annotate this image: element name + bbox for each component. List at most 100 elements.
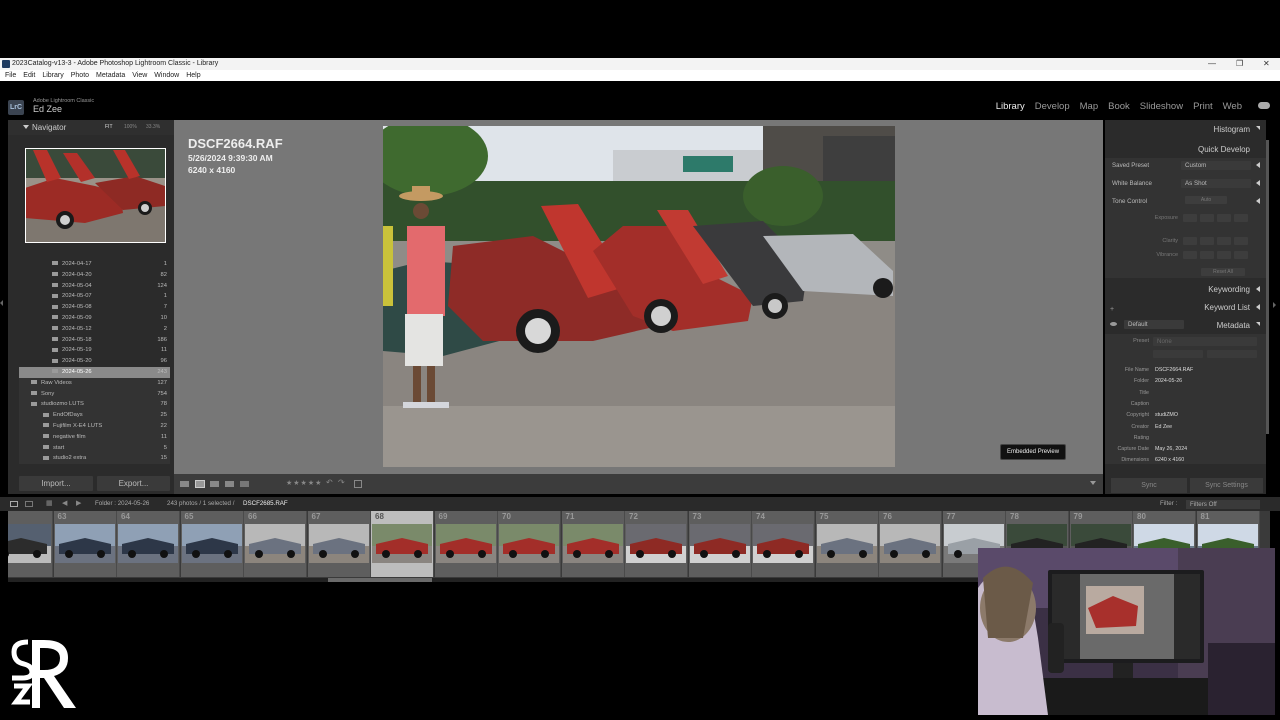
tone-control-toggle-icon[interactable]	[1256, 198, 1260, 204]
histogram-toggle-icon[interactable]	[1256, 126, 1260, 130]
keyword-list-toggle-icon[interactable]	[1256, 304, 1260, 310]
folder-row[interactable]: 2024-05-08 7	[19, 302, 170, 313]
folder-row[interactable]: 2024-05-19 11	[19, 345, 170, 356]
metadata-value[interactable]: studiZMO	[1155, 412, 1178, 418]
histogram-header[interactable]: Histogram	[1214, 125, 1250, 134]
export-button[interactable]: Export...	[97, 476, 170, 491]
maximize-icon[interactable]: ❐	[1236, 58, 1243, 70]
white-balance-toggle-icon[interactable]	[1256, 180, 1260, 186]
module-develop[interactable]: Develop	[1035, 101, 1070, 112]
filmstrip-cell[interactable]: 69	[434, 511, 498, 577]
module-print[interactable]: Print	[1193, 101, 1213, 112]
white-balance-select[interactable]: As Shot	[1181, 179, 1251, 188]
rotate-right-icon[interactable]: ↷	[338, 478, 345, 487]
folder-row[interactable]: 2024-05-20 96	[19, 356, 170, 367]
folder-row[interactable]: 2024-05-07 1	[19, 291, 170, 302]
filmstrip-cell[interactable]: 66	[244, 511, 307, 577]
main-photo[interactable]	[383, 126, 895, 467]
keywording-header[interactable]: Keywording	[1208, 285, 1250, 294]
rotate-left-icon[interactable]: ↶	[326, 478, 333, 487]
vibrance-dec-large[interactable]	[1183, 251, 1197, 259]
survey-view-icon[interactable]	[225, 481, 234, 487]
folder-row[interactable]: EndOfDays 25	[19, 410, 170, 421]
toolbar-menu-icon[interactable]	[1090, 481, 1096, 485]
filmstrip-thumbnail[interactable]	[626, 524, 686, 563]
folder-row[interactable]: 2024-05-26 243	[19, 366, 170, 378]
vibrance-inc-large[interactable]	[1234, 251, 1248, 259]
metadata-view-select[interactable]: Default	[1124, 320, 1184, 329]
secondary-display-icon[interactable]	[10, 501, 18, 507]
customize-button[interactable]	[1153, 350, 1203, 358]
filmstrip-thumbnail[interactable]	[308, 524, 369, 563]
filmstrip-thumbnail[interactable]	[499, 524, 559, 563]
filmstrip-thumbnail[interactable]	[816, 524, 877, 563]
metadata-value[interactable]: Ed Zee	[1155, 424, 1172, 430]
reset-all-button[interactable]: Reset All	[1201, 268, 1245, 276]
filmstrip-cell[interactable]: 67	[307, 511, 371, 577]
forward-arrow-icon[interactable]: ▶	[76, 497, 81, 511]
filmstrip-thumbnail[interactable]	[372, 524, 432, 563]
grid-small-icon[interactable]: ▦	[46, 497, 53, 511]
metadata-toggle-icon[interactable]	[1256, 322, 1260, 326]
filmstrip-thumbnail[interactable]	[181, 524, 242, 563]
module-slideshow[interactable]: Slideshow	[1140, 101, 1183, 112]
filmstrip-cell[interactable]: 76	[879, 511, 942, 577]
keyword-list-header[interactable]: Keyword List	[1204, 303, 1250, 312]
compare-view-icon[interactable]	[210, 481, 219, 487]
filmstrip-cell[interactable]: 71	[561, 511, 625, 577]
right-panel-toggle-icon[interactable]	[1273, 302, 1276, 308]
filmstrip-thumbnail[interactable]	[245, 524, 305, 563]
filmstrip-cell[interactable]	[8, 511, 53, 577]
filmstrip-cell[interactable]: 63	[53, 511, 117, 577]
zoom-icon[interactable]	[354, 480, 362, 488]
close-icon[interactable]: ✕	[1263, 58, 1270, 70]
import-button[interactable]: Import...	[19, 476, 93, 491]
cloud-icon[interactable]	[1258, 102, 1270, 109]
filmstrip-thumbnail[interactable]	[562, 524, 623, 563]
folder-row[interactable]: Sony 754	[19, 388, 170, 400]
source-folder[interactable]: Folder : 2024-05-26	[95, 497, 149, 511]
tone-auto-button[interactable]: Auto	[1185, 196, 1227, 204]
preset-select[interactable]: None	[1153, 337, 1257, 346]
metadata-header[interactable]: Metadata	[1217, 321, 1250, 330]
menu-library[interactable]: Library	[42, 70, 63, 81]
menu-window[interactable]: Window	[154, 70, 179, 81]
metadata-value[interactable]: 2024-05-26	[1155, 378, 1182, 384]
menu-view[interactable]: View	[132, 70, 147, 81]
collapse-triangle-icon[interactable]	[23, 125, 29, 129]
exposure-dec-small[interactable]	[1200, 214, 1214, 222]
quick-develop-header[interactable]: Quick Develop	[1198, 145, 1250, 154]
folder-row[interactable]: Raw Videos 127	[19, 377, 170, 389]
metadata-value[interactable]: May 26, 2024	[1155, 446, 1187, 452]
filmstrip-cell[interactable]: 72	[625, 511, 688, 577]
metadata-value[interactable]: DSCF2664.RAF	[1155, 367, 1193, 373]
edit-presets-button[interactable]	[1207, 350, 1257, 358]
module-map[interactable]: Map	[1080, 101, 1098, 112]
back-arrow-icon[interactable]: ◀	[62, 497, 67, 511]
filmstrip-thumbnail[interactable]	[8, 524, 51, 563]
filmstrip-thumbnail[interactable]	[880, 524, 940, 563]
folder-row[interactable]: 2024-05-18 186	[19, 335, 170, 346]
left-panel-toggle-icon[interactable]	[0, 300, 3, 306]
filmstrip-thumbnail[interactable]	[689, 524, 750, 563]
saved-preset-select[interactable]: Custom	[1181, 161, 1251, 170]
add-keyword-icon[interactable]: +	[1110, 306, 1114, 313]
menu-help[interactable]: Help	[186, 70, 200, 81]
minimize-icon[interactable]: —	[1208, 58, 1216, 70]
folder-row[interactable]: negative film 11	[19, 431, 170, 443]
module-library[interactable]: Library	[996, 101, 1025, 112]
exposure-inc-large[interactable]	[1234, 214, 1248, 222]
folder-row[interactable]: studiozmo LUTS 78	[19, 399, 170, 411]
vibrance-inc-small[interactable]	[1217, 251, 1231, 259]
filmstrip-cell[interactable]: 74	[752, 511, 815, 577]
main-display-icon[interactable]	[25, 501, 33, 507]
right-panel-scrollbar[interactable]	[1266, 140, 1269, 434]
metadata-value[interactable]: 6240 x 4160	[1155, 457, 1184, 463]
exposure-dec-large[interactable]	[1183, 214, 1197, 222]
folder-row[interactable]: 2024-04-17 1	[19, 259, 170, 270]
rating-stars-icon[interactable]: ★★★★★	[286, 479, 322, 487]
vibrance-dec-small[interactable]	[1200, 251, 1214, 259]
filmstrip-cell[interactable]: 65	[180, 511, 244, 577]
folder-row[interactable]: 2024-05-12 2	[19, 324, 170, 335]
sync-settings-button[interactable]: Sync Settings	[1190, 478, 1263, 493]
